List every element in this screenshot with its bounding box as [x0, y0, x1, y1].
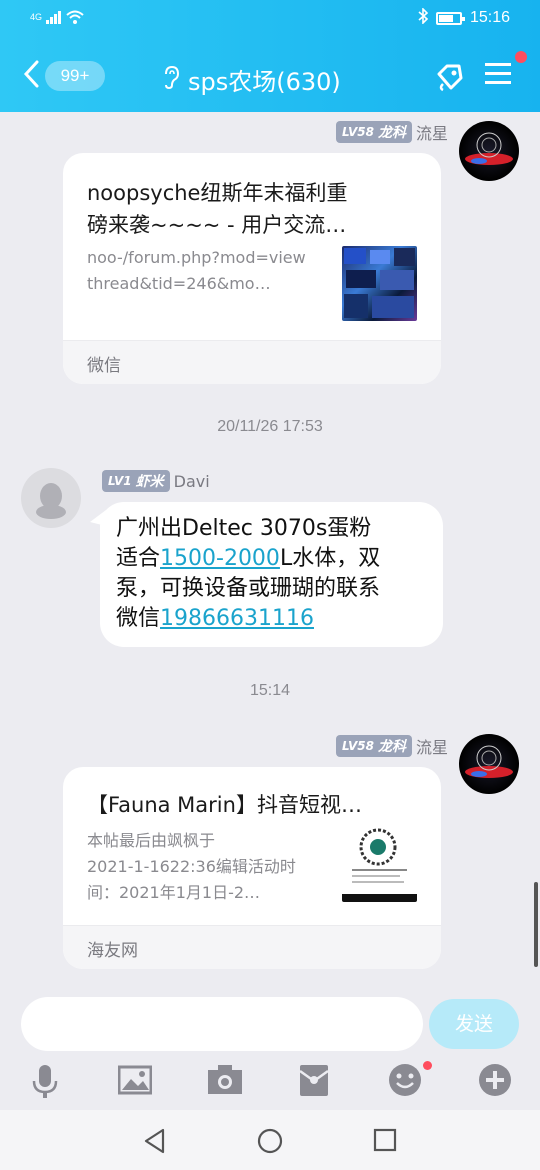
- microphone-icon[interactable]: [28, 1063, 64, 1099]
- card-desc-line: 间：2021年1月1日-2…: [87, 883, 261, 902]
- emoji-notification-dot: [423, 1061, 432, 1070]
- home-icon[interactable]: [257, 1128, 283, 1158]
- message-text: 广州出Deltec 3070s蛋粉 适合1500-2000L水体，双 泵，可换设…: [116, 514, 426, 634]
- level-badge: LV1 虾米: [102, 470, 170, 492]
- level-label: LV1: [108, 474, 132, 488]
- timestamp: 15:14: [249, 682, 291, 699]
- scrollbar[interactable]: [534, 882, 538, 967]
- card-thumbnail: [342, 827, 417, 902]
- sender-info: LV58 龙科 流星: [336, 734, 448, 758]
- message-bubble[interactable]: 广州出Deltec 3070s蛋粉 适合1500-2000L水体，双 泵，可换设…: [100, 502, 443, 647]
- camera-icon[interactable]: [207, 1063, 243, 1099]
- toolbar: [0, 1061, 540, 1103]
- signal-icon: [46, 10, 62, 28]
- link-card[interactable]: noopsyche纽斯年末福利重 磅来袭~~~~ - 用户交流… noo-/fo…: [63, 153, 441, 384]
- sender-info: LV1 虾米 Davi: [102, 470, 210, 492]
- status-bar: 4G 15:16: [30, 7, 510, 30]
- image-icon[interactable]: [117, 1063, 154, 1099]
- bluetooth-icon: [418, 7, 429, 28]
- tag-icon[interactable]: [433, 60, 467, 94]
- timestamp: 20/11/26 17:53: [217, 418, 323, 435]
- message-line: 适合1500-2000L水体，双: [116, 544, 426, 574]
- chat-title[interactable]: sps农场(630): [162, 62, 341, 97]
- sender-name: 流星: [415, 124, 448, 143]
- message-fragment: L水体，双: [279, 546, 381, 571]
- network-label: 4G: [30, 12, 43, 22]
- chat-header: 4G 15:16 99+ sps农场(630): [0, 0, 540, 112]
- level-badge: LV58 龙科: [336, 735, 412, 757]
- phone-link[interactable]: 19866631116: [160, 606, 314, 631]
- plus-icon[interactable]: [478, 1063, 514, 1099]
- level-label: LV58: [342, 739, 374, 753]
- sender-name: 流星: [415, 738, 448, 757]
- menu-icon[interactable]: [484, 60, 518, 94]
- sender-info: LV58 龙科 流星: [336, 120, 448, 144]
- message-fragment: 微信: [116, 606, 161, 631]
- card-description: 本帖最后由飒枫于 2021-1-1622:36编辑活动时 间：2021年1月1日…: [87, 828, 327, 906]
- avatar[interactable]: [459, 734, 519, 794]
- message-line: 广州出Deltec 3070s蛋粉: [116, 516, 372, 541]
- card-description: noo-/forum.php?mod=view thread&tid=246&m…: [87, 245, 327, 297]
- wifi-icon: [66, 10, 84, 28]
- clock: 15:16: [469, 9, 510, 26]
- red-packet-icon[interactable]: [299, 1063, 335, 1099]
- input-bar: 发送: [0, 985, 540, 1110]
- menu-notification-dot: [515, 51, 527, 63]
- system-nav-bar: [0, 1110, 540, 1170]
- level-label: LV58: [342, 125, 374, 139]
- avatar[interactable]: [21, 468, 81, 528]
- message-line: 微信19866631116: [116, 604, 426, 634]
- number-link[interactable]: 1500-2000: [160, 546, 280, 571]
- rank-label: 龙科: [377, 739, 406, 755]
- message-fragment: 适合: [116, 546, 161, 571]
- card-thumbnail: [342, 246, 417, 321]
- link-card[interactable]: 【Fauna Marin】抖音短视… 本帖最后由飒枫于 2021-1-1622:…: [63, 767, 441, 969]
- card-source-label: 海友网: [87, 941, 138, 961]
- rank-label: 虾米: [135, 474, 164, 490]
- back-arrow-icon[interactable]: [22, 58, 40, 98]
- ear-icon: [162, 65, 180, 95]
- card-desc-line: noo-/forum.php?mod=view: [87, 248, 306, 267]
- battery-icon: [435, 11, 465, 25]
- card-title: 【Fauna Marin】抖音短视…: [87, 793, 362, 817]
- back-icon[interactable]: [143, 1128, 167, 1158]
- unread-badge[interactable]: 99+: [45, 61, 105, 91]
- group-name: sps农场(630): [188, 68, 341, 96]
- avatar[interactable]: [459, 121, 519, 181]
- card-source-label: 微信: [87, 356, 121, 376]
- sender-name: Davi: [173, 471, 210, 491]
- card-desc-line: 2021-1-1622:36编辑活动时: [87, 857, 296, 876]
- card-title-line: 磅来袭~~~~ - 用户交流…: [87, 213, 347, 237]
- card-desc-line: 本帖最后由飒枫于: [87, 831, 216, 850]
- recent-apps-icon[interactable]: [373, 1128, 397, 1156]
- level-badge: LV58 龙科: [336, 121, 412, 143]
- card-source: 微信: [63, 340, 441, 384]
- card-title: noopsyche纽斯年末福利重 磅来袭~~~~ - 用户交流…: [87, 177, 347, 241]
- card-source: 海友网: [63, 925, 441, 969]
- card-title-line: noopsyche纽斯年末福利重: [87, 181, 348, 205]
- emoji-icon[interactable]: [388, 1063, 424, 1099]
- message-input[interactable]: [21, 997, 423, 1051]
- send-button[interactable]: 发送: [429, 999, 519, 1049]
- rank-label: 龙科: [377, 125, 406, 141]
- message-line: 泵，可换设备或珊瑚的联系: [116, 576, 381, 601]
- card-desc-line: thread&tid=246&mo…: [87, 274, 271, 293]
